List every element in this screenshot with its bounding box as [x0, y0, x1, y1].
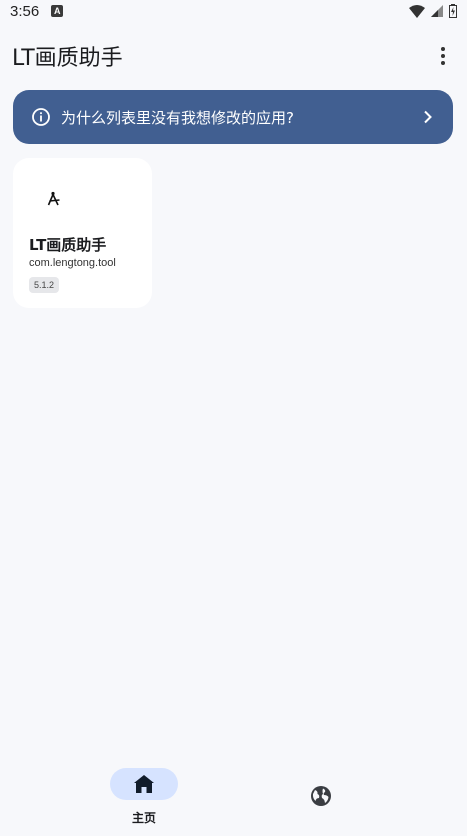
- signal-icon: [431, 5, 443, 17]
- status-icons: [409, 4, 457, 18]
- globe-icon[interactable]: [309, 784, 333, 808]
- app-package: com.lengtong.tool: [29, 257, 116, 269]
- bottom-navigation: 主页: [0, 756, 467, 836]
- a-letter-icon: A: [51, 5, 64, 17]
- more-vert-icon: [441, 47, 445, 51]
- compass-drafting-icon: [47, 191, 60, 206]
- status-time: 3:56: [10, 2, 40, 20]
- version-badge: 5.1.2: [29, 277, 60, 293]
- nav-home-label: 主页: [131, 811, 156, 825]
- page-title: LT画质助手: [12, 46, 123, 71]
- app-name: LT画质助手: [29, 236, 107, 254]
- home-icon: [134, 775, 154, 793]
- wifi-icon: [409, 4, 425, 18]
- missing-apps-banner[interactable]: 为什么列表里没有我想修改的应用?: [13, 90, 453, 144]
- nav-item-home[interactable]: 主页: [110, 768, 178, 832]
- status-bar: 3:56 A: [0, 0, 467, 22]
- chevron-right-icon: [424, 110, 432, 124]
- more-options-button[interactable]: [431, 41, 455, 71]
- banner-text: 为什么列表里没有我想修改的应用?: [61, 108, 294, 127]
- battery-icon: [449, 4, 457, 18]
- info-icon: [32, 108, 50, 126]
- nav-home-indicator: [110, 768, 178, 800]
- top-app-bar: LT画质助手: [0, 34, 467, 78]
- app-card[interactable]: LT画质助手 com.lengtong.tool 5.1.2: [13, 158, 152, 308]
